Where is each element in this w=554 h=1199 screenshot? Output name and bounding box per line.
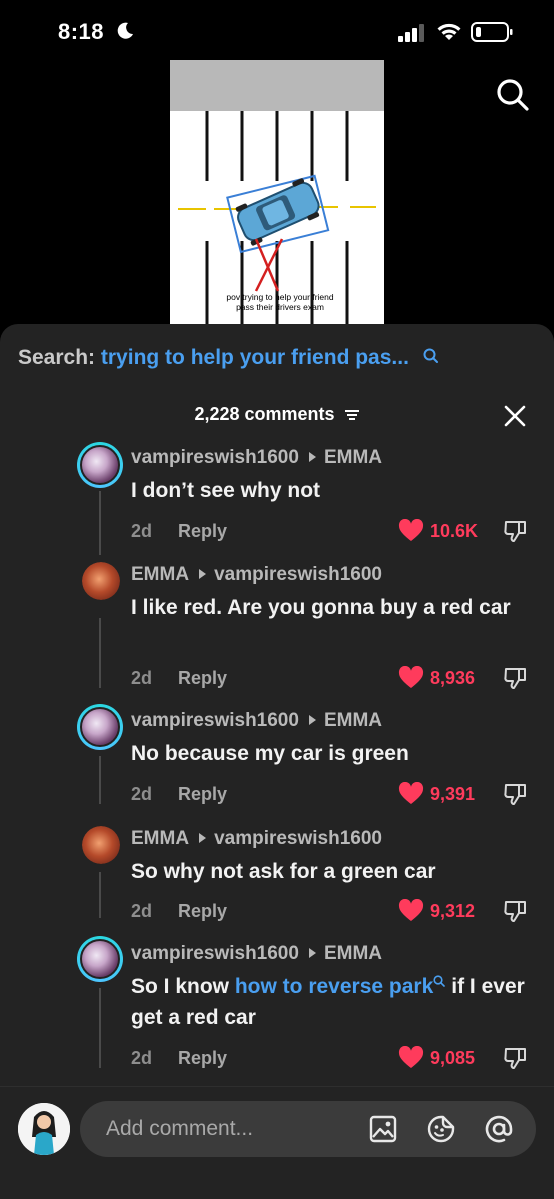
comment-author[interactable]: vampireswish1600 — [131, 943, 299, 964]
thread-line — [99, 618, 101, 688]
comment-age: 2d — [131, 521, 153, 541]
user-avatar[interactable] — [18, 1103, 70, 1155]
comment-text: I like red. Are you gonna buy a red car — [131, 596, 511, 619]
comment-reply-to[interactable]: EMMA — [324, 447, 382, 468]
comment-reply-to[interactable]: vampireswish1600 — [214, 828, 382, 849]
reply-arrow-icon — [199, 568, 207, 579]
comment-text: I don’t see why not — [131, 479, 321, 502]
avatar[interactable] — [82, 562, 120, 600]
heart-icon[interactable] — [398, 782, 424, 806]
avatar[interactable] — [77, 442, 123, 488]
cellular-signal-icon — [398, 24, 424, 42]
search-icon[interactable] — [496, 78, 530, 112]
comment-names: vampireswish1600 EMMA — [131, 710, 382, 732]
comment-meta: 2d Reply — [131, 1048, 227, 1069]
avatar[interactable] — [77, 936, 123, 982]
comment-age: 2d — [131, 784, 153, 804]
comment-reply-to[interactable]: EMMA — [324, 710, 382, 731]
comments-count-label: 2,228 comments — [194, 404, 335, 424]
search-query-link[interactable]: trying to help your friend pas... — [101, 346, 409, 369]
moon-icon — [117, 22, 133, 39]
comment-text: So why not ask for a green car — [131, 860, 436, 883]
battery-icon — [471, 22, 513, 42]
status-bar: 8:18 — [0, 0, 554, 60]
reply-button[interactable]: Reply — [178, 901, 227, 921]
comments-sheet: Search: trying to help your friend pas..… — [0, 324, 554, 1199]
sort-icon[interactable] — [344, 409, 360, 421]
comment-text-before: So I know — [131, 975, 235, 998]
like-count: 8,936 — [430, 668, 476, 688]
reply-arrow-icon — [308, 451, 316, 462]
comment-names: EMMA vampireswish1600 — [131, 828, 382, 850]
user-avatar-image — [18, 1103, 70, 1155]
heart-icon[interactable] — [398, 899, 424, 923]
wifi-icon — [437, 23, 461, 40]
heart-icon[interactable] — [398, 519, 424, 543]
video-caption: pov trying to help your friend pass thei… — [226, 292, 334, 312]
video-top-bar — [170, 60, 384, 111]
avatar[interactable] — [82, 826, 120, 864]
like-count: 10.6K — [430, 521, 479, 541]
reply-button[interactable]: Reply — [178, 521, 227, 541]
image-icon[interactable] — [368, 1114, 398, 1144]
heart-icon[interactable] — [398, 1046, 424, 1070]
comment-names: vampireswish1600 EMMA — [131, 943, 382, 965]
emoji-sticker-icon[interactable] — [426, 1114, 456, 1144]
comment-age: 2d — [131, 1048, 153, 1068]
status-time: 8:18 — [58, 19, 105, 44]
comments-count: 2,228 comments — [0, 404, 554, 425]
comment-author[interactable]: EMMA — [131, 828, 189, 849]
search-suggestion-link[interactable]: how to reverse park — [235, 975, 433, 998]
reply-arrow-icon — [308, 714, 316, 725]
comment-text: No because my car is green — [131, 742, 409, 765]
comment-meta: 2d Reply — [131, 521, 227, 542]
thread-line — [99, 988, 101, 1068]
thread-line — [99, 491, 101, 555]
video-thumbnail[interactable]: pov trying to help your friend pass thei… — [170, 60, 384, 326]
comment-meta: 2d Reply — [131, 901, 227, 922]
comment-input-placeholder: Add comment... — [106, 1117, 254, 1140]
reply-button[interactable]: Reply — [178, 1048, 227, 1068]
like-count: 9,312 — [430, 901, 476, 921]
search-small-icon — [433, 975, 446, 987]
comment-composer-bar: Add comment... — [0, 1086, 554, 1199]
close-icon[interactable] — [503, 404, 527, 428]
comment-author[interactable]: vampireswish1600 — [131, 447, 299, 468]
heart-icon[interactable] — [398, 666, 424, 690]
like-count: 9,391 — [430, 784, 476, 804]
comment-age: 2d — [131, 901, 153, 921]
reply-button[interactable]: Reply — [178, 784, 227, 804]
reply-arrow-icon — [308, 947, 316, 958]
reply-button[interactable]: Reply — [178, 668, 227, 688]
search-small-icon — [423, 348, 438, 363]
thread-line — [99, 756, 101, 804]
thread-line — [99, 872, 101, 918]
comment-names: EMMA vampireswish1600 — [131, 564, 382, 586]
thumbs-down-icon[interactable] — [503, 898, 529, 924]
thumbs-down-icon[interactable] — [503, 781, 529, 807]
comment-meta: 2d Reply — [131, 668, 227, 689]
comment-reply-to[interactable]: vampireswish1600 — [214, 564, 382, 585]
comment-reply-to[interactable]: EMMA — [324, 943, 382, 964]
avatar[interactable] — [77, 704, 123, 750]
like-count: 9,085 — [430, 1048, 476, 1068]
comment-text: So I know how to reverse park if I ever g… — [131, 971, 531, 1033]
search-prefix: Search: — [18, 346, 96, 369]
thumbs-down-icon[interactable] — [503, 518, 529, 544]
mention-icon[interactable] — [484, 1114, 514, 1144]
comment-age: 2d — [131, 668, 153, 688]
comment-names: vampireswish1600 EMMA — [131, 447, 382, 469]
comment-meta: 2d Reply — [131, 784, 227, 805]
comment-author[interactable]: vampireswish1600 — [131, 710, 299, 731]
related-search[interactable]: Search: trying to help your friend pas..… — [18, 346, 439, 370]
comment-input[interactable]: Add comment... — [80, 1101, 536, 1157]
reply-arrow-icon — [199, 832, 207, 843]
comment-author[interactable]: EMMA — [131, 564, 189, 585]
thumbs-down-icon[interactable] — [503, 1045, 529, 1071]
thumbs-down-icon[interactable] — [503, 665, 529, 691]
